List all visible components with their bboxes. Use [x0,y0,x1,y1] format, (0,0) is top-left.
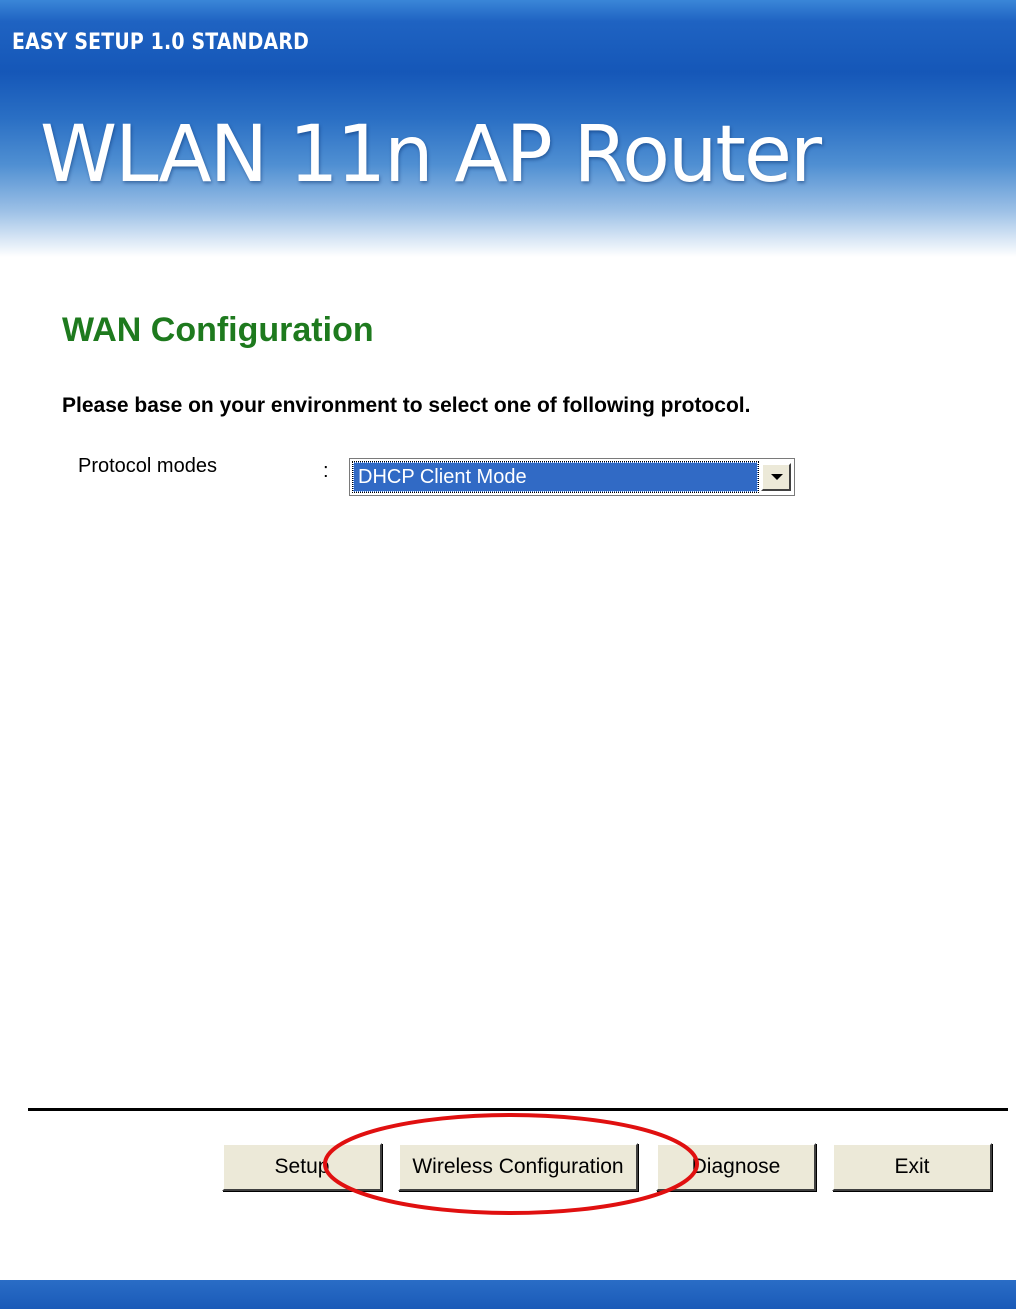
divider-line [28,1108,1008,1111]
diagnose-button[interactable]: Diagnose [656,1143,816,1191]
easy-setup-window: EASY SETUP 1.0 STANDARD WLAN 11n AP Rout… [0,0,1016,1309]
header-banner: WLAN 11n AP Router [0,72,1016,257]
exit-button[interactable]: Exit [832,1143,992,1191]
instruction-text: Please base on your environment to selec… [62,394,751,417]
title-bar: EASY SETUP 1.0 STANDARD [0,0,1016,72]
window-title: EASY SETUP 1.0 STANDARD [12,30,309,55]
protocol-modes-colon: : [323,460,329,482]
bottom-status-bar [0,1280,1016,1309]
dropdown-button[interactable] [761,463,791,491]
protocol-modes-select[interactable]: DHCP Client Mode [349,458,795,496]
banner-title: WLAN 11n AP Router [40,110,822,200]
protocol-modes-selected-value[interactable]: DHCP Client Mode [352,461,759,493]
setup-button[interactable]: Setup [222,1143,382,1191]
wireless-configuration-button[interactable]: Wireless Configuration [398,1143,638,1191]
protocol-modes-label: Protocol modes [78,455,217,477]
section-title: WAN Configuration [62,311,374,349]
chevron-down-icon [771,474,783,480]
